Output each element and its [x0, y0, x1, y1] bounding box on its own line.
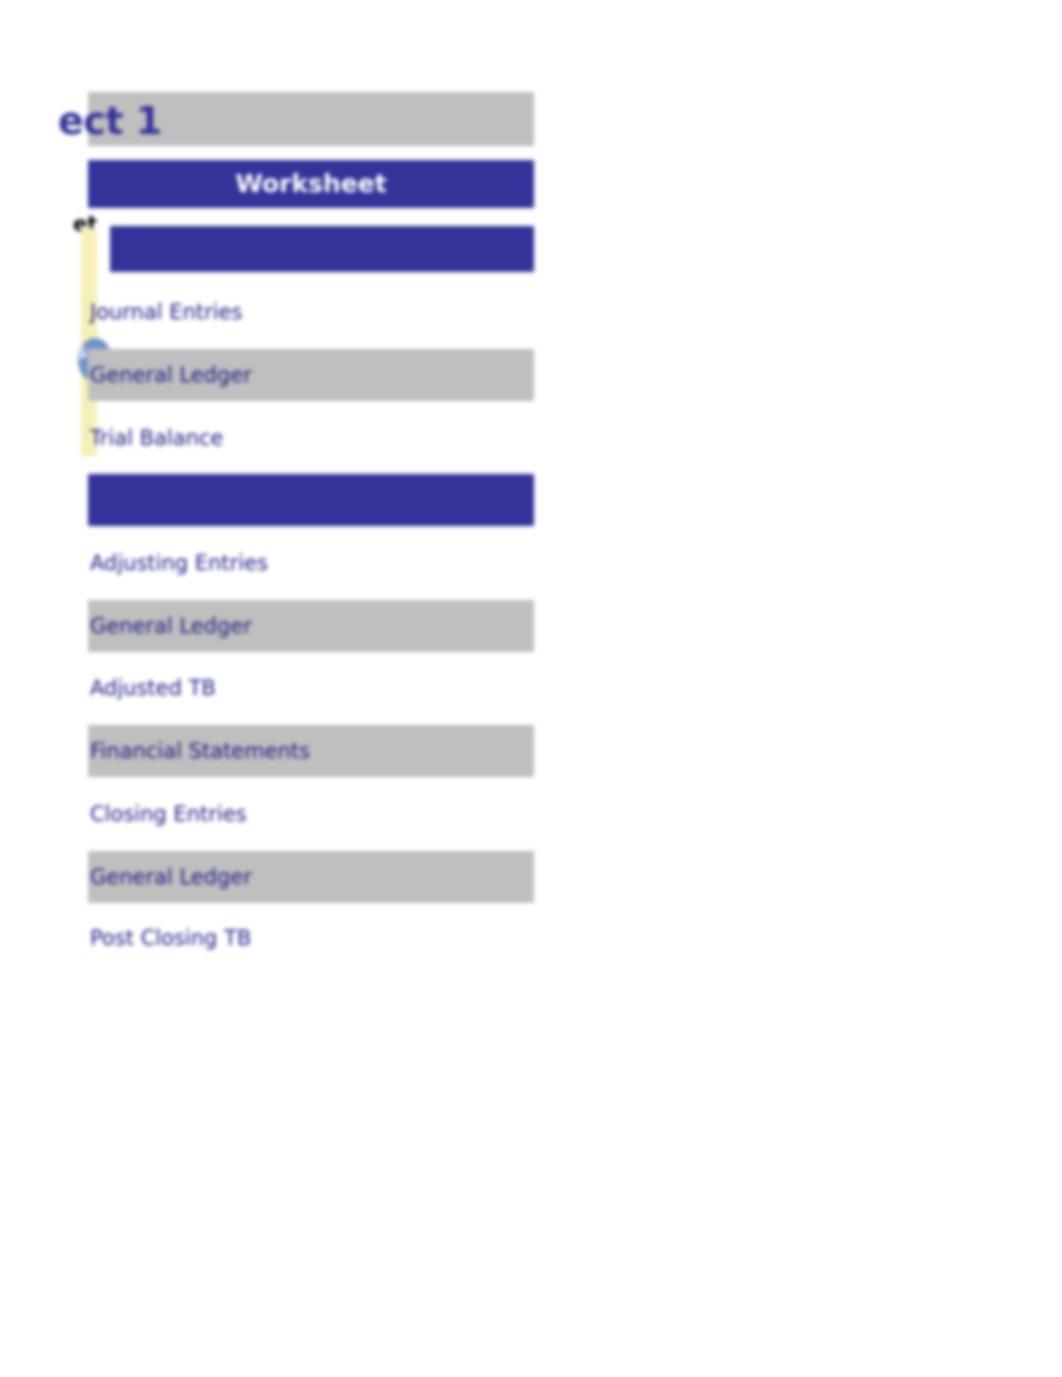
link-row-closing-entries[interactable]: Closing Entries — [88, 788, 534, 840]
link-row-trial-balance[interactable]: Trial Balance — [88, 412, 534, 464]
link-row-adjusting-entries[interactable]: Adjusting Entries — [88, 537, 534, 589]
link-row-post-closing-tb[interactable]: Post Closing TB — [88, 912, 534, 964]
link-label[interactable]: Post Closing TB — [90, 926, 251, 950]
link-label[interactable]: Financial Statements — [90, 739, 310, 763]
link-row-adjusted-tb[interactable]: Adjusted TB — [88, 662, 534, 714]
link-row-general-ledger-1[interactable]: General Ledger — [88, 349, 534, 401]
link-label[interactable]: Closing Entries — [90, 802, 247, 826]
page-title: ect 1 — [58, 99, 162, 143]
link-label[interactable]: Adjusted TB — [90, 676, 216, 700]
link-row-general-ledger-3[interactable]: General Ledger — [88, 851, 534, 903]
link-label[interactable]: General Ledger — [90, 363, 252, 387]
link-row-financial-statements[interactable]: Financial Statements — [88, 725, 534, 777]
section-separator-band — [88, 474, 534, 526]
cut-off-blob-label: s — [76, 341, 88, 363]
link-row-general-ledger-2[interactable]: General Ledger — [88, 600, 534, 652]
worksheet-header-label: Worksheet — [235, 169, 387, 198]
link-label[interactable]: General Ledger — [90, 614, 252, 638]
link-label[interactable]: Trial Balance — [90, 426, 223, 450]
link-label[interactable]: General Ledger — [90, 865, 252, 889]
link-label[interactable]: Journal Entries — [90, 300, 242, 324]
worksheet-index-sheet: ect 1 Worksheet et s Journal Entries Gen… — [0, 0, 1062, 1377]
link-row-journal-entries[interactable]: Journal Entries — [88, 286, 534, 338]
secondary-header-band — [110, 226, 534, 272]
link-label[interactable]: Adjusting Entries — [90, 551, 268, 575]
